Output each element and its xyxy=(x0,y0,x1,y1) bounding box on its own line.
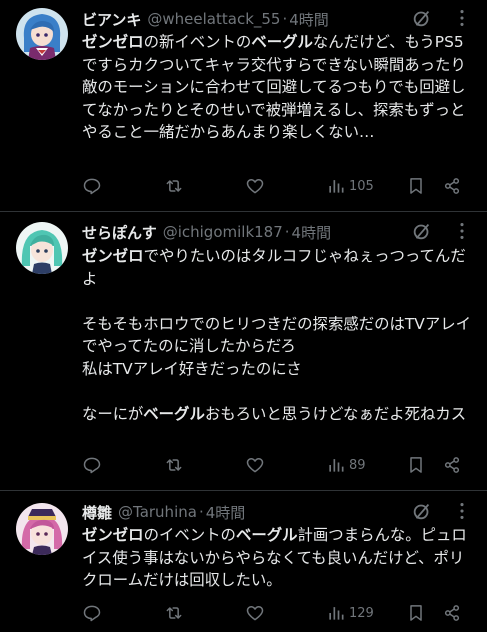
bookmark-button[interactable] xyxy=(406,602,426,624)
reply-icon xyxy=(83,605,101,622)
timestamp[interactable]: 4時間 xyxy=(292,222,332,243)
tweet-header: せらぽんす @ichigomilk187 · 4時間 xyxy=(82,221,427,243)
tweet-text: ゼンゼロでやりたいのはタルコフじゃねぇっつってんだよ そもそもホロウでのヒリつき… xyxy=(82,245,474,425)
text-bold: ゼンゼロ xyxy=(82,247,144,265)
separator-dot: · xyxy=(198,503,204,521)
analytics-icon xyxy=(329,607,344,620)
repost-button[interactable] xyxy=(164,175,184,197)
text-plain: のイベントの xyxy=(143,526,236,544)
more-options-icon[interactable] xyxy=(451,7,473,29)
handle[interactable]: @Taruhina xyxy=(118,503,197,521)
reply-icon xyxy=(83,178,101,195)
tweet-header: 樽雛 @Taruhina · 4時間 xyxy=(82,501,427,523)
share-icon xyxy=(444,605,460,621)
view-count: 89 xyxy=(349,457,366,473)
tweet[interactable]: ビアンキ @wheelattack_55 · 4時間 ゼンゼロの新イベントのベー… xyxy=(0,0,487,212)
repost-icon xyxy=(166,459,182,471)
action-bar: 129 xyxy=(82,602,465,624)
views-button[interactable]: 89 xyxy=(326,454,366,476)
text-plain: でやりたいのはタルコフじゃねぇっつってんだよ そもそもホロウでのヒリつきだの探索… xyxy=(82,247,471,423)
repost-button[interactable] xyxy=(164,602,184,624)
bookmark-icon xyxy=(410,178,422,194)
reply-button[interactable] xyxy=(82,454,102,476)
text-bold: ベーグル xyxy=(251,33,313,51)
tweet-text: ゼンゼロのイベントのベーグル計画つまらんな。ピュロイス使う事はないからやらなくて… xyxy=(82,524,474,592)
reply-button[interactable] xyxy=(82,602,102,624)
handle[interactable]: @ichigomilk187 xyxy=(163,223,283,241)
views-button[interactable]: 129 xyxy=(326,602,374,624)
action-bar: 105 xyxy=(82,175,465,197)
bookmark-icon xyxy=(410,605,422,621)
more-options-icon[interactable] xyxy=(451,220,473,242)
like-button[interactable] xyxy=(245,175,265,197)
more-options-icon[interactable] xyxy=(451,500,473,522)
text-bold: ゼンゼロ xyxy=(82,33,144,51)
analytics-icon xyxy=(329,459,344,472)
share-icon xyxy=(444,178,460,194)
display-name[interactable]: せらぽんす xyxy=(82,222,157,243)
grok-icon[interactable] xyxy=(411,500,433,522)
share-button[interactable] xyxy=(442,602,462,624)
character-avatar-pink-hair-icon xyxy=(16,503,68,555)
tweet[interactable]: 樽雛 @Taruhina · 4時間 ゼンゼロのイベントのベーグル計画つまらんな… xyxy=(0,491,487,632)
text-bold: ベーグル xyxy=(235,526,298,544)
share-button[interactable] xyxy=(442,454,462,476)
timestamp[interactable]: 4時間 xyxy=(289,9,329,30)
bookmark-icon xyxy=(410,457,422,473)
heart-icon xyxy=(246,458,264,473)
character-avatar-blue-hair-icon xyxy=(16,8,68,60)
handle[interactable]: @wheelattack_55 xyxy=(147,10,280,28)
text-plain: の新イベントの xyxy=(143,33,252,51)
grok-icon[interactable] xyxy=(411,7,433,29)
repost-button[interactable] xyxy=(164,454,184,476)
avatar[interactable] xyxy=(16,8,68,60)
text-bold: ベーグル xyxy=(143,404,205,423)
tweet[interactable]: せらぽんす @ichigomilk187 · 4時間 ゼンゼロでやりたいのはタル… xyxy=(0,212,487,491)
avatar[interactable] xyxy=(16,503,68,555)
reply-button[interactable] xyxy=(82,175,102,197)
share-button[interactable] xyxy=(442,175,462,197)
separator-dot: · xyxy=(282,10,288,28)
text-bold: ゼンゼロ xyxy=(82,526,144,544)
repost-icon xyxy=(166,180,182,192)
tweet-header: ビアンキ @wheelattack_55 · 4時間 xyxy=(82,8,427,30)
display-name[interactable]: ビアンキ xyxy=(82,9,141,30)
separator-dot: · xyxy=(284,223,290,241)
like-button[interactable] xyxy=(245,454,265,476)
character-avatar-teal-hair-icon xyxy=(16,222,68,274)
avatar[interactable] xyxy=(16,222,68,274)
heart-icon xyxy=(246,179,264,194)
bookmark-button[interactable] xyxy=(406,175,426,197)
analytics-icon xyxy=(329,180,344,193)
views-button[interactable]: 105 xyxy=(326,175,374,197)
view-count: 105 xyxy=(349,178,374,194)
action-bar: 89 xyxy=(82,454,465,476)
heart-icon xyxy=(246,606,264,621)
timestamp[interactable]: 4時間 xyxy=(206,502,246,523)
repost-icon xyxy=(166,607,182,619)
tweet-text: ゼンゼロの新イベントのベーグルなんだけど、もうPS5ですらカクついてキャラ交代す… xyxy=(82,31,474,144)
like-button[interactable] xyxy=(245,602,265,624)
view-count: 129 xyxy=(349,605,374,621)
reply-icon xyxy=(83,457,101,474)
grok-icon[interactable] xyxy=(411,220,433,242)
share-icon xyxy=(444,457,460,473)
text-plain: おもろいと思うけどなぁだよ死ねカス xyxy=(204,404,467,423)
bookmark-button[interactable] xyxy=(406,454,426,476)
display-name[interactable]: 樽雛 xyxy=(82,502,112,523)
